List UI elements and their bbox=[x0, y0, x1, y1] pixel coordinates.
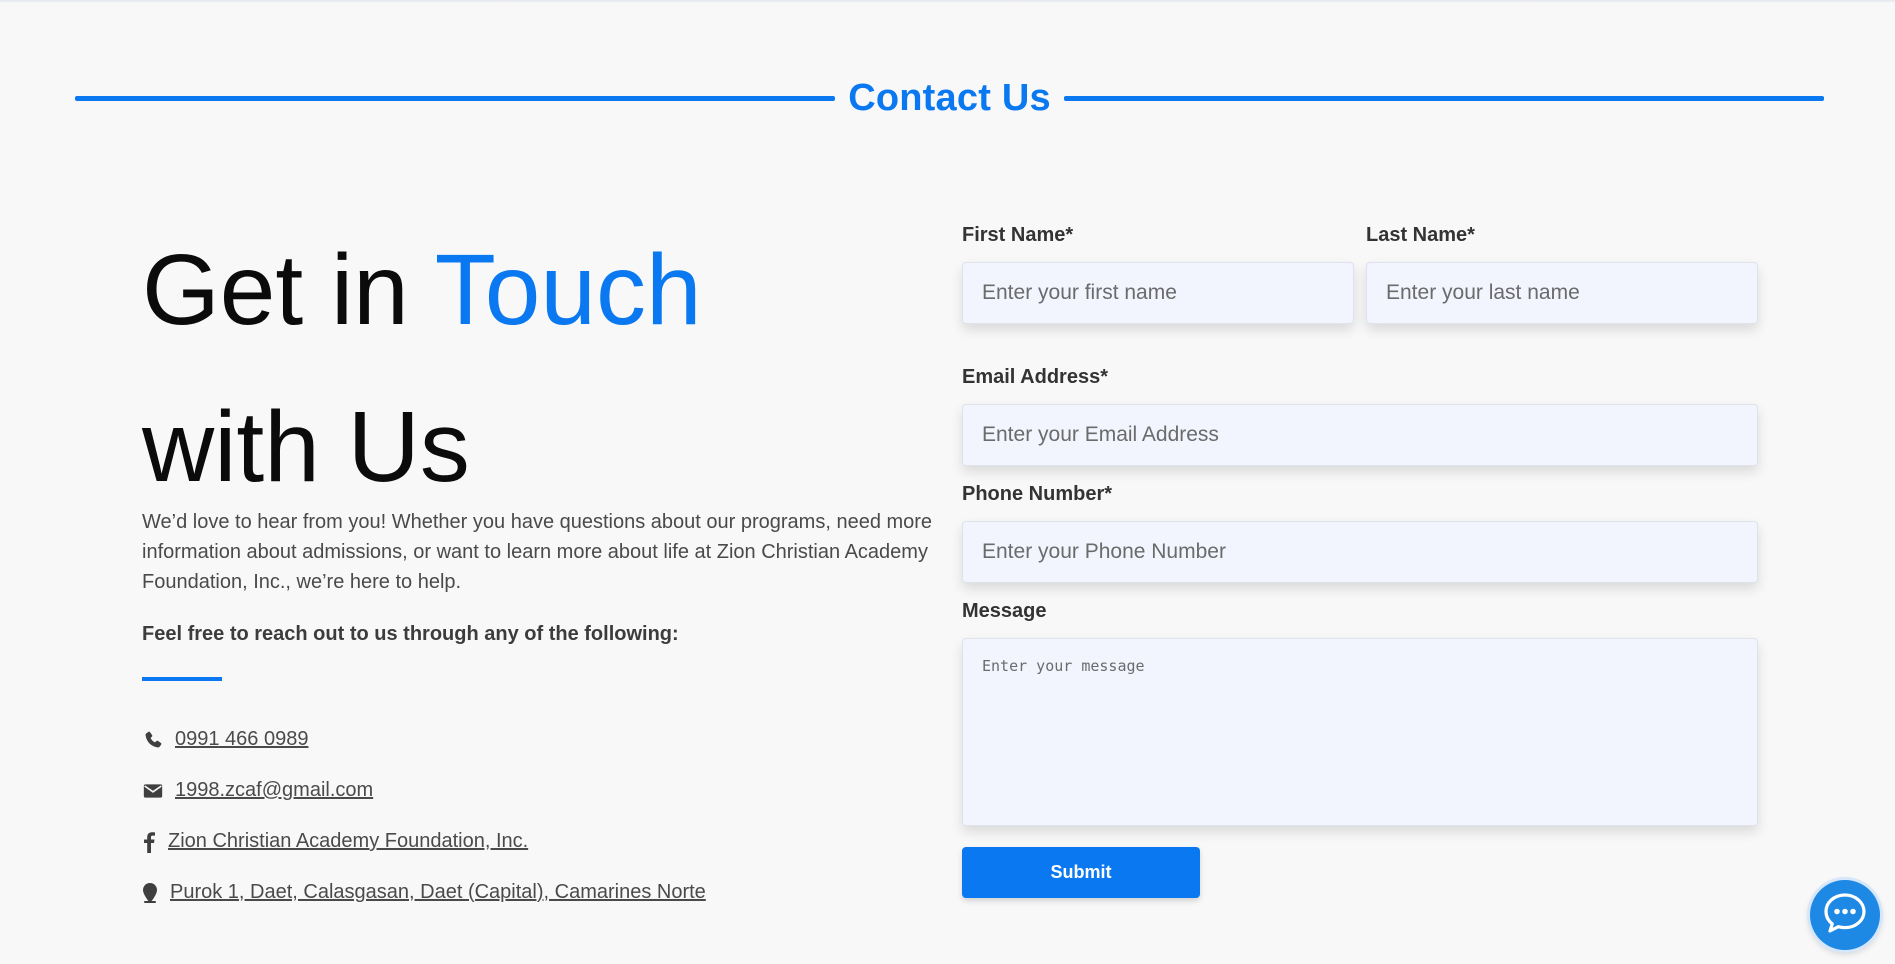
submit-button[interactable]: Submit bbox=[962, 847, 1200, 898]
contact-email-link[interactable]: 1998.zcaf@gmail.com bbox=[175, 779, 373, 802]
hero-line1-text: Get in bbox=[142, 234, 435, 346]
phone-icon bbox=[142, 729, 164, 751]
hero-line2-text: with Us bbox=[142, 391, 470, 503]
contact-phone-link[interactable]: 0991 466 0989 bbox=[175, 728, 308, 751]
contact-facebook-link[interactable]: Zion Christian Academy Foundation, Inc. bbox=[168, 830, 528, 853]
contact-item-address: Purok 1, Daet, Calasgasan, Daet (Capital… bbox=[142, 867, 922, 918]
accent-divider bbox=[142, 677, 222, 681]
chat-widget-button[interactable] bbox=[1810, 880, 1880, 950]
email-input[interactable] bbox=[962, 404, 1758, 466]
hero-headline: Get in Touch with Us bbox=[142, 212, 922, 526]
email-label: Email Address* bbox=[962, 366, 1108, 388]
heading-rule-right bbox=[1063, 95, 1825, 101]
contact-item-phone: 0991 466 0989 bbox=[142, 714, 922, 765]
first-name-label: First Name* bbox=[962, 224, 1074, 246]
contact-list: 0991 466 0989 1998.zcaf@gmail.com Zion C… bbox=[142, 714, 922, 918]
chat-bubble-icon bbox=[1822, 891, 1868, 940]
reach-out-heading: Feel free to reach out to us through any… bbox=[142, 623, 679, 645]
envelope-icon bbox=[142, 780, 164, 802]
contact-address-link[interactable]: Purok 1, Daet, Calasgasan, Daet (Capital… bbox=[170, 881, 706, 904]
header-shadow bbox=[0, 0, 1895, 3]
contact-item-email: 1998.zcaf@gmail.com bbox=[142, 765, 922, 816]
hero-accent-word: Touch bbox=[434, 234, 702, 346]
phone-label: Phone Number* bbox=[962, 483, 1113, 505]
heading-rule-left bbox=[75, 95, 836, 101]
first-name-input[interactable] bbox=[962, 262, 1354, 324]
section-title: Contact Us bbox=[848, 76, 1051, 119]
last-name-label: Last Name* bbox=[1366, 224, 1475, 246]
phone-input[interactable] bbox=[962, 521, 1758, 583]
message-label: Message bbox=[962, 600, 1047, 622]
map-pin-icon bbox=[142, 882, 158, 904]
contact-item-facebook: Zion Christian Academy Foundation, Inc. bbox=[142, 816, 922, 867]
last-name-input[interactable] bbox=[1366, 262, 1758, 324]
section-heading: Contact Us bbox=[75, 72, 1825, 124]
intro-paragraph: We’d love to hear from you! Whether you … bbox=[142, 511, 933, 593]
facebook-icon bbox=[142, 831, 156, 853]
message-textarea[interactable] bbox=[962, 638, 1758, 826]
